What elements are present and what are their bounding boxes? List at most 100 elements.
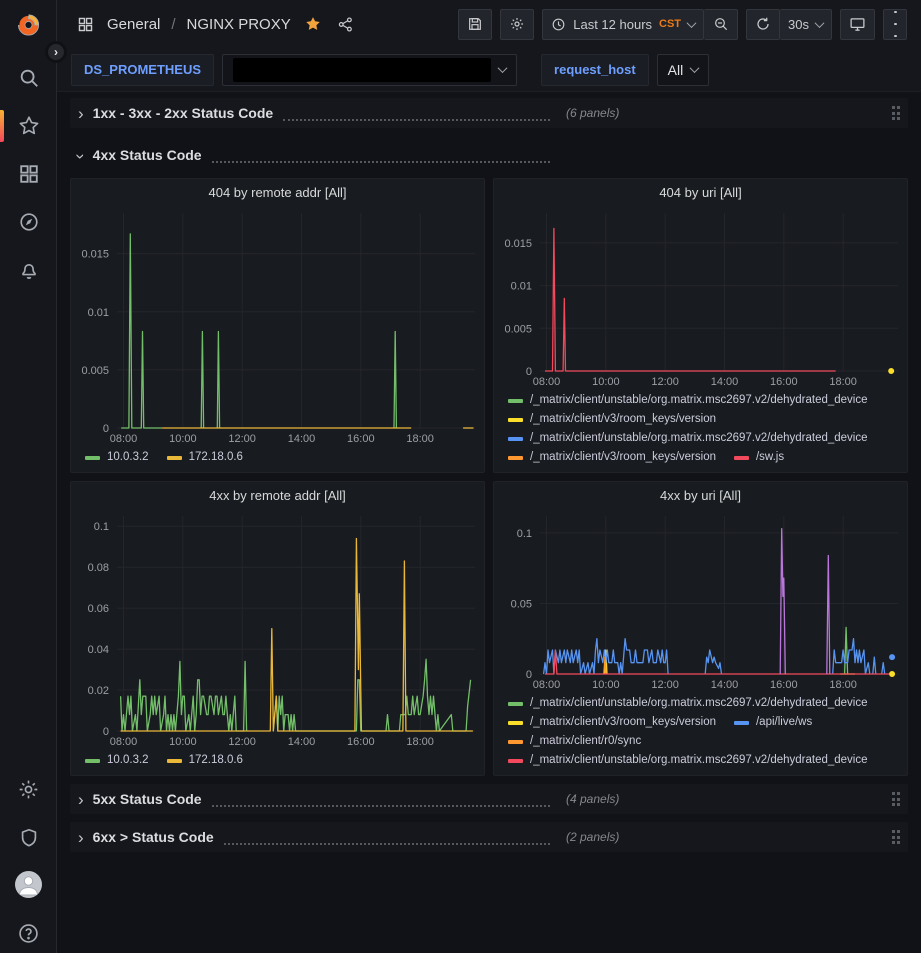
series-line [873,657,876,674]
chevron-right-icon: › [78,829,84,846]
x-tick-label: 14:00 [711,376,739,388]
chart-svg: 00.020.040.060.080.108:0010:0012:0014:00… [71,508,484,750]
legend-item[interactable]: /_matrix/client/v3/room_keys/version [508,713,716,732]
share-icon[interactable] [337,16,354,33]
legend-item[interactable]: /_matrix/client/unstable/org.matrix.msc2… [508,429,868,448]
time-series-plot[interactable]: 00.0050.010.01508:0010:0012:0014:0016:00… [71,205,484,447]
variable-label-ds-prometheus[interactable]: DS_PROMETHEUS [71,54,214,86]
legend-item[interactable]: /_matrix/client/v3/room_keys/version [508,410,716,429]
time-range-label: Last 12 hours [573,17,652,32]
more-options-kebab-icon[interactable] [883,9,907,40]
legend-item[interactable]: /_matrix/client/unstable/org.matrix.msc2… [508,751,868,770]
x-tick-label: 10:00 [169,433,197,445]
refresh-interval-select[interactable]: 30s [780,9,832,40]
help-icon[interactable] [15,920,42,947]
dashboard-grid-icon [77,16,94,33]
legend-item[interactable]: /_matrix/client/unstable/org.matrix.msc2… [508,694,868,713]
dotted-leader [212,805,550,807]
row-panel-count: (2 panels) [566,830,619,844]
legend-swatch [508,740,523,744]
legend-label: /sw.js [756,448,784,467]
refresh-button[interactable] [746,9,780,40]
breadcrumb-section[interactable]: General [107,16,160,33]
sidebar-expand-icon[interactable]: › [45,41,67,63]
clock-icon [551,17,566,32]
user-avatar[interactable] [15,871,42,898]
row-header-4xx[interactable]: › 4xx Status Code [70,140,908,170]
legend-item[interactable]: 10.0.3.2 [85,448,149,467]
tv-mode-button[interactable] [840,9,875,40]
admin-shield-icon[interactable] [15,824,42,851]
search-icon[interactable] [15,64,42,91]
row-title[interactable]: 5xx Status Code [93,791,202,807]
panel-legend: /_matrix/client/unstable/org.matrix.msc2… [494,390,907,472]
panel-title[interactable]: 4xx by uri [All] [494,482,907,508]
legend-swatch [85,759,100,763]
row-drag-handle[interactable] [892,830,901,844]
alerting-bell-icon[interactable] [15,256,42,283]
zoom-out-button[interactable] [704,9,738,40]
legend-swatch [508,437,523,441]
panel-title[interactable]: 4xx by remote addr [All] [71,482,484,508]
series-line [833,639,870,674]
legend-item[interactable]: /_matrix/client/v3/room_keys/version [508,448,716,467]
explore-compass-icon[interactable] [15,208,42,235]
breadcrumb-title[interactable]: NGINX PROXY [187,16,291,33]
chevron-right-icon: › [78,791,84,808]
series-line [705,650,721,674]
chart-svg: 00.0050.010.01508:0010:0012:0014:0016:00… [494,205,907,390]
y-tick-label: 0.015 [504,238,532,250]
starred-icon[interactable] [15,112,42,139]
save-dashboard-button[interactable] [458,9,492,40]
legend-item[interactable]: /sw.js [734,448,784,467]
dashboard-canvas: › 1xx - 3xx - 2xx Status Code (6 panels)… [57,92,921,852]
row-drag-handle[interactable] [892,792,901,806]
x-tick-label: 14:00 [711,679,739,691]
row-header-6xx[interactable]: › 6xx > Status Code (2 panels) [70,822,908,852]
row-title[interactable]: 1xx - 3xx - 2xx Status Code [93,105,274,121]
variable-label-request-host[interactable]: request_host [541,54,649,86]
panel-title[interactable]: 404 by uri [All] [494,179,907,205]
legend-swatch [167,456,182,460]
x-tick-label: 16:00 [770,679,798,691]
dashboards-icon[interactable] [15,160,42,187]
chart-panel: 404 by remote addr [All] 00.0050.010.015… [70,178,485,473]
time-range-picker[interactable]: Last 12 hours CST [542,9,704,40]
row-title[interactable]: 4xx Status Code [93,147,202,163]
x-tick-label: 16:00 [347,736,375,748]
time-series-plot[interactable]: 00.020.040.060.080.108:0010:0012:0014:00… [71,508,484,750]
row-panel-count: (4 panels) [566,792,619,806]
row-header-5xx[interactable]: › 5xx Status Code (4 panels) [70,784,908,814]
time-series-plot[interactable]: 00.0050.010.01508:0010:0012:0014:0016:00… [494,205,907,390]
series-line [394,332,396,429]
legend-item[interactable]: /api/live/ws [734,713,812,732]
time-series-plot[interactable]: 00.050.108:0010:0012:0014:0016:0018:00 [494,508,907,693]
row-drag-handle[interactable] [892,106,901,120]
y-tick-label: 0.04 [88,644,109,656]
panel-title[interactable]: 404 by remote addr [All] [71,179,484,205]
legend-item[interactable]: 10.0.3.2 [85,751,149,770]
dashboard-settings-button[interactable] [500,9,534,40]
variable-select-ds-prometheus[interactable] [222,54,517,86]
legend-item[interactable]: /_matrix/client/unstable/org.matrix.msc2… [508,391,868,410]
variables-bar: DS_PROMETHEUS request_host All [57,48,921,92]
settings-gear-icon[interactable] [15,776,42,803]
grafana-logo[interactable] [15,11,42,38]
row-title[interactable]: 6xx > Status Code [93,829,214,845]
legend-item[interactable]: 172.18.0.6 [167,448,243,467]
chevron-down-icon [815,18,825,28]
dotted-leader [212,161,550,163]
refresh-interval-label: 30s [788,17,809,32]
legend-label: 172.18.0.6 [189,448,243,467]
legend-item[interactable]: /_matrix/client/r0/sync [508,732,641,751]
star-favorite-icon[interactable] [304,15,322,33]
series-line [845,627,848,674]
dashboard-header: General / NGINX PROXY [57,0,921,48]
series-line [121,661,247,731]
panels-grid: 404 by remote addr [All] 00.0050.010.015… [70,178,908,776]
main-area: General / NGINX PROXY [57,0,921,953]
legend-item[interactable]: 172.18.0.6 [167,751,243,770]
row-header-1xx-3xx-2xx[interactable]: › 1xx - 3xx - 2xx Status Code (6 panels) [70,98,908,128]
variable-select-request-host[interactable]: All [657,54,710,86]
series-line [545,228,836,371]
